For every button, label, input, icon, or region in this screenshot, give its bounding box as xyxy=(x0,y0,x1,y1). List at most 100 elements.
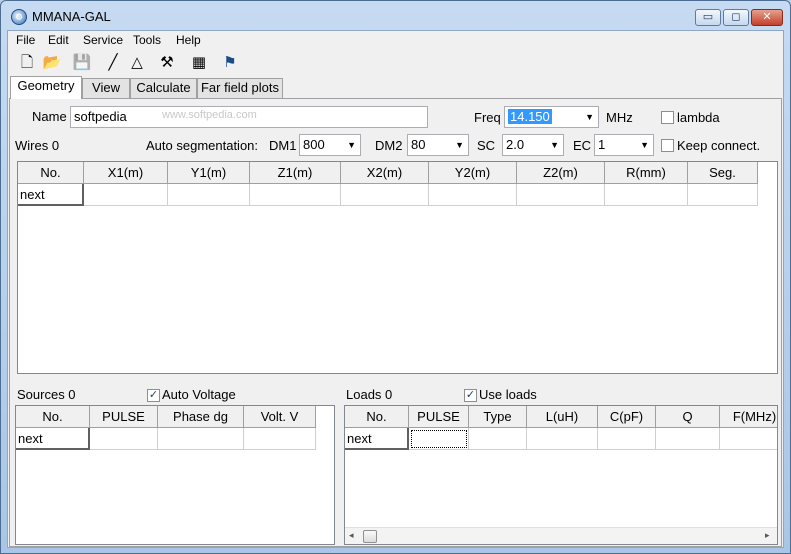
column-header-no[interactable]: No. xyxy=(18,162,84,184)
column-header-x1[interactable]: X1(m) xyxy=(84,162,168,184)
tab-strip: Geometry View Calculate Far field plots xyxy=(8,76,783,99)
menu-help[interactable]: Help xyxy=(176,33,201,47)
dm2-combo[interactable]: 80 ▼ xyxy=(407,134,469,156)
new-file-icon[interactable]: 🗋 xyxy=(16,53,38,73)
table-cell[interactable] xyxy=(90,428,158,450)
calculator-icon[interactable]: ▦ xyxy=(188,53,210,73)
draw-wire-icon[interactable]: ╱ xyxy=(102,53,124,73)
table-cell[interactable] xyxy=(250,184,341,206)
chevron-down-icon[interactable]: ▼ xyxy=(455,135,464,155)
table-cell[interactable] xyxy=(409,428,469,450)
column-header-r[interactable]: R(mm) xyxy=(605,162,688,184)
sc-value: 2.0 xyxy=(506,137,525,152)
menu-edit[interactable]: Edit xyxy=(48,33,69,47)
table-row-next[interactable]: next xyxy=(345,428,409,450)
use-loads-checkbox[interactable]: ✓ xyxy=(464,389,477,402)
window-title: MMANA-GAL xyxy=(32,9,111,24)
loads-table[interactable]: No. PULSE Type L(uH) C(pF) Q F(MHz) next… xyxy=(344,405,778,545)
geometry-panel: Name softpedia www.softpedia.com Freq 14… xyxy=(9,98,782,547)
table-cell[interactable] xyxy=(656,428,720,450)
auto-voltage-checkbox[interactable]: ✓ xyxy=(147,389,160,402)
open-folder-icon[interactable]: 📂 xyxy=(41,53,63,73)
column-header-z2[interactable]: Z2(m) xyxy=(517,162,605,184)
dm1-combo[interactable]: 800 ▼ xyxy=(299,134,361,156)
column-header-type[interactable]: Type xyxy=(469,406,527,428)
table-cell[interactable] xyxy=(84,184,168,206)
maximize-button[interactable]: ◻ xyxy=(723,9,749,26)
scroll-right-icon[interactable]: ▸ xyxy=(765,530,770,541)
tab-calculate[interactable]: Calculate xyxy=(130,78,197,98)
table-cell[interactable] xyxy=(429,184,517,206)
name-input-value: softpedia xyxy=(74,109,127,124)
tab-view[interactable]: View xyxy=(82,78,130,98)
table-cell[interactable] xyxy=(517,184,605,206)
title-bar[interactable]: ⚙ MMANA-GAL ▭ ◻ ✕ xyxy=(1,1,790,30)
chevron-down-icon[interactable]: ▼ xyxy=(347,135,356,155)
column-header-volt[interactable]: Volt. V xyxy=(244,406,316,428)
table-row-next[interactable]: next xyxy=(18,184,84,206)
minimize-button[interactable]: ▭ xyxy=(695,9,721,26)
column-header-x2[interactable]: X2(m) xyxy=(341,162,429,184)
sc-combo[interactable]: 2.0 ▼ xyxy=(502,134,564,156)
menu-tools[interactable]: Tools xyxy=(133,33,161,47)
column-header-pulse[interactable]: PULSE xyxy=(409,406,469,428)
column-header-no[interactable]: No. xyxy=(16,406,90,428)
chevron-down-icon[interactable]: ▼ xyxy=(640,135,649,155)
table-cell[interactable] xyxy=(720,428,777,450)
table-cell[interactable] xyxy=(688,184,758,206)
antenna-icon[interactable]: ⚑ xyxy=(219,53,241,73)
tools-icon[interactable]: ⚒ xyxy=(156,53,178,73)
ec-combo[interactable]: 1 ▼ xyxy=(594,134,654,156)
table-cell[interactable] xyxy=(598,428,656,450)
tab-geometry[interactable]: Geometry xyxy=(10,76,82,99)
column-header-y2[interactable]: Y2(m) xyxy=(429,162,517,184)
chevron-down-icon[interactable]: ▼ xyxy=(585,107,594,127)
column-header-c[interactable]: C(pF) xyxy=(598,406,656,428)
table-cell[interactable] xyxy=(158,428,244,450)
auto-segmentation-label: Auto segmentation: xyxy=(146,138,259,153)
table-row-next[interactable]: next xyxy=(16,428,90,450)
chevron-down-icon[interactable]: ▼ xyxy=(550,135,559,155)
menu-service[interactable]: Service xyxy=(83,33,123,47)
keep-connect-checkbox[interactable] xyxy=(661,139,674,152)
table-cell[interactable] xyxy=(469,428,527,450)
ec-label: EC xyxy=(573,138,592,153)
column-header-q[interactable]: Q xyxy=(656,406,720,428)
app-window: ⚙ MMANA-GAL ▭ ◻ ✕ File Edit Service Tool… xyxy=(0,0,791,554)
tab-far-field-plots[interactable]: Far field plots xyxy=(197,78,283,98)
wires-table[interactable]: No. X1(m) Y1(m) Z1(m) X2(m) Y2(m) Z2(m) … xyxy=(17,161,778,374)
lambda-label: lambda xyxy=(677,110,720,125)
dm2-label: DM2 xyxy=(375,138,403,153)
lambda-checkbox[interactable] xyxy=(661,111,674,124)
column-header-no[interactable]: No. xyxy=(345,406,409,428)
freq-combo[interactable]: 14.150 ▼ xyxy=(504,106,599,128)
scrollbar-thumb[interactable] xyxy=(363,530,377,543)
close-button[interactable]: ✕ xyxy=(751,9,783,26)
column-header-z1[interactable]: Z1(m) xyxy=(250,162,341,184)
menu-bar: File Edit Service Tools Help xyxy=(8,31,783,50)
table-cell[interactable] xyxy=(605,184,688,206)
column-header-pulse[interactable]: PULSE xyxy=(90,406,158,428)
column-header-phase[interactable]: Phase dg xyxy=(158,406,244,428)
table-cell[interactable] xyxy=(527,428,598,450)
column-header-f[interactable]: F(MHz) xyxy=(720,406,777,428)
dm1-label: DM1 xyxy=(269,138,297,153)
column-header-l[interactable]: L(uH) xyxy=(527,406,598,428)
sources-table[interactable]: No. PULSE Phase dg Volt. V next xyxy=(15,405,335,545)
column-header-y1[interactable]: Y1(m) xyxy=(168,162,250,184)
column-header-seg[interactable]: Seg. xyxy=(688,162,758,184)
toolbar: 🗋 📂 💾 ╱ △ ⚒ ▦ ⚑ xyxy=(8,51,783,75)
freq-label: Freq xyxy=(474,110,501,125)
menu-file[interactable]: File xyxy=(16,33,35,47)
client-area: File Edit Service Tools Help 🗋 📂 💾 ╱ △ ⚒… xyxy=(7,30,784,548)
app-logo-icon[interactable]: ⚙ xyxy=(11,9,27,25)
table-cell[interactable] xyxy=(244,428,316,450)
triangle-icon[interactable]: △ xyxy=(126,53,148,73)
table-cell[interactable] xyxy=(168,184,250,206)
ec-value: 1 xyxy=(598,137,606,152)
save-disk-icon[interactable]: 💾 xyxy=(71,53,93,73)
table-cell[interactable] xyxy=(341,184,429,206)
keep-connect-label: Keep connect. xyxy=(677,138,761,153)
scroll-left-icon[interactable]: ◂ xyxy=(349,530,354,541)
loads-horizontal-scrollbar[interactable]: ◂ ▸ xyxy=(345,527,777,544)
